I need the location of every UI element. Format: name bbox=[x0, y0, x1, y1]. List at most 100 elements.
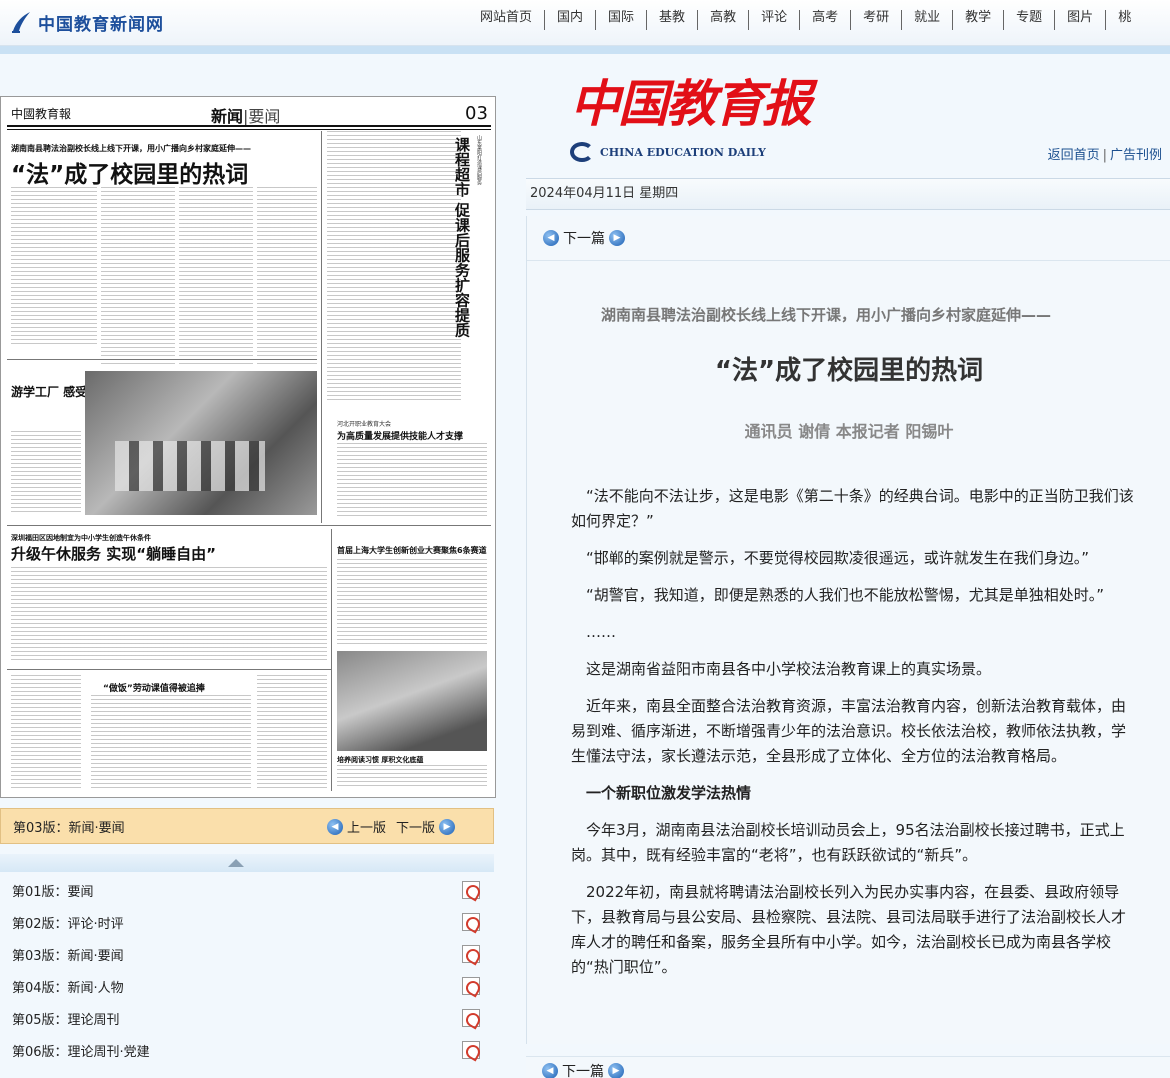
nav-home[interactable]: 网站首页 bbox=[470, 10, 544, 30]
divider bbox=[7, 125, 491, 127]
pdf-icon[interactable] bbox=[462, 881, 480, 899]
site-logo[interactable]: 中国教育新闻网 bbox=[10, 8, 164, 36]
edition-item[interactable]: 第01版： 要闻 bbox=[0, 874, 494, 906]
back-home-link[interactable]: 返回首页 bbox=[1048, 148, 1100, 163]
paper-section: 新闻|要闻 bbox=[211, 107, 281, 126]
divider bbox=[527, 260, 1170, 261]
nav-kaoyan[interactable]: 考研 bbox=[850, 10, 901, 30]
article-paragraph: “邯郸的案例就是警示，不要觉得校园欺凌很遥远，或许就发生在我们身边。” bbox=[586, 549, 1090, 567]
preview-right2-headline[interactable]: 首届上海大学生创新创业大赛聚焦6条赛道 bbox=[337, 545, 487, 556]
masthead: 中国教育报 CHINA EDUCATION DAILY bbox=[570, 64, 812, 164]
caret-up-icon bbox=[228, 859, 244, 867]
pdf-icon[interactable] bbox=[462, 1009, 480, 1027]
pdf-icon[interactable] bbox=[462, 913, 480, 931]
arrow-left-icon: ◀ bbox=[543, 230, 559, 246]
article-paragraph: 这是湖南省益阳市南县各中小学校法治教育课上的真实场景。 bbox=[586, 660, 992, 678]
masthead-c-logo-icon bbox=[570, 142, 594, 162]
text-block bbox=[327, 131, 461, 401]
masthead-links: 返回首页 | 广告刊例 bbox=[1047, 148, 1162, 163]
article-paragraph: “法不能向不法让步，这是电影《第二十条》的经典台词。电影中的正当防卫我们该如何界… bbox=[571, 487, 1134, 530]
preview-right3-headline[interactable]: 培养阅读习惯 厚积文化底蕴 bbox=[337, 755, 423, 765]
edition-list: 第01版： 要闻 第02版： 评论·时评 第03版： 新闻·要闻 第04版： 新闻·人物… bbox=[0, 874, 494, 1066]
preview-mid3-headline[interactable]: “做饭”劳动课值得被追捧 bbox=[103, 681, 205, 694]
preview-main-headline[interactable]: “法”成了校园里的热词 bbox=[11, 155, 248, 189]
quill-logo-icon bbox=[12, 12, 30, 33]
current-edition-bar: 第03版：新闻·要闻 ◀ 上一版 下一版 ▶ bbox=[0, 808, 494, 844]
nav-higher-edu[interactable]: 高教 bbox=[697, 10, 748, 30]
nav-domestic[interactable]: 国内 bbox=[544, 10, 595, 30]
paper-page-number: 03 bbox=[465, 103, 488, 124]
article-panel: ◀ 下一篇 ▶ 湖南南县聘法治副校长线上线下开课，用小广播向乡村家庭延伸—— “… bbox=[526, 216, 1170, 1044]
edition-nav: ◀ 上一版 下一版 ▶ bbox=[323, 817, 459, 836]
text-block bbox=[257, 187, 317, 367]
divider bbox=[331, 529, 332, 791]
edition-item[interactable]: 第06版： 理论周刊·党建 bbox=[0, 1034, 494, 1066]
nav-gaokao[interactable]: 高考 bbox=[799, 10, 850, 30]
header-band bbox=[0, 46, 1170, 54]
preview-right1-headline[interactable]: 为高质量发展提供技能人才支撑 bbox=[337, 429, 463, 442]
next-edition-link[interactable]: 下一版 bbox=[396, 817, 435, 836]
text-block bbox=[11, 675, 81, 789]
article-paragraph: 近年来，南县全面整合法治教育资源，丰富法治教育内容，创新法治教育载体，由易到难、… bbox=[571, 697, 1127, 765]
article-body: “法不能向不法让步，这是电影《第二十条》的经典台词。电影中的正当防卫我们该如何界… bbox=[571, 484, 1135, 992]
ad-rates-link[interactable]: 广告刊例 bbox=[1110, 148, 1162, 163]
divider bbox=[7, 359, 317, 360]
text-block bbox=[11, 567, 327, 663]
masthead-english: CHINA EDUCATION DAILY bbox=[600, 146, 766, 159]
next-article-label[interactable]: 下一篇 bbox=[562, 1061, 604, 1078]
main-nav: 网站首页 国内 国际 基教 高教 评论 高考 考研 就业 教学 专题 图片 桃 bbox=[470, 10, 1143, 30]
arrow-left-icon[interactable]: ◀ bbox=[326, 818, 343, 835]
next-article-bottom[interactable]: ◀ 下一篇 ▶ bbox=[538, 1061, 628, 1078]
article-paragraph: “胡警官，我知道，即便是熟悉的人我们也不能放松警惕，尤其是单独相处时。” bbox=[586, 586, 1105, 604]
text-block bbox=[91, 695, 251, 789]
paper-name: 中國教育報 bbox=[11, 107, 72, 121]
masthead-title: 中国教育报 bbox=[570, 74, 812, 133]
article-subtitle: 湖南南县聘法治副校长线上线下开课，用小广播向乡村家庭延伸—— bbox=[601, 306, 1052, 324]
preview-left2-headline[interactable]: 升级午休服务 实现“躺睡自由” bbox=[11, 543, 216, 564]
preview-photo-factory bbox=[85, 371, 317, 515]
pdf-icon[interactable] bbox=[462, 977, 480, 995]
collapse-toggle[interactable] bbox=[0, 854, 494, 872]
top-nav: 中国教育新闻网 网站首页 国内 国际 基教 高教 评论 高考 考研 就业 教学 … bbox=[0, 0, 1170, 46]
edition-item[interactable]: 第03版： 新闻·要闻 bbox=[0, 938, 494, 970]
text-block bbox=[257, 675, 327, 789]
nav-teaching[interactable]: 教学 bbox=[952, 10, 1003, 30]
text-block bbox=[179, 187, 253, 367]
article-paragraph: 2022年初，南县就将聘请法治副校长列入为民办实事内容，在县委、县政府领导下，县… bbox=[571, 883, 1127, 976]
text-block bbox=[11, 187, 97, 347]
prev-edition-link[interactable]: 上一版 bbox=[347, 817, 386, 836]
edition-item[interactable]: 第05版： 理论周刊 bbox=[0, 1002, 494, 1034]
divider bbox=[7, 525, 491, 526]
article-title: “法”成了校园里的热词 bbox=[714, 356, 984, 386]
nav-more[interactable]: 桃 bbox=[1105, 10, 1143, 30]
text-block bbox=[337, 559, 487, 645]
divider bbox=[321, 131, 322, 523]
nav-employment[interactable]: 就业 bbox=[901, 10, 952, 30]
page-preview[interactable]: 中國教育報 新闻|要闻 03 湖南南县聘法治副校长线上线下开课，用小广播向乡村家… bbox=[0, 96, 496, 798]
text-block bbox=[101, 187, 175, 367]
pdf-icon[interactable] bbox=[462, 945, 480, 963]
next-article-label[interactable]: 下一篇 bbox=[563, 228, 605, 248]
article-paragraph: 今年3月，湖南南县法治副校长培训动员会上，95名法治副校长接过聘书，正式上岗。其… bbox=[571, 821, 1125, 864]
site-logo-text: 中国教育新闻网 bbox=[38, 14, 164, 35]
current-edition-label: 第03版：新闻·要闻 bbox=[13, 820, 125, 836]
nav-basic-edu[interactable]: 基教 bbox=[646, 10, 697, 30]
pdf-icon[interactable] bbox=[462, 1041, 480, 1059]
nav-images[interactable]: 图片 bbox=[1054, 10, 1105, 30]
edition-item[interactable]: 第02版： 评论·时评 bbox=[0, 906, 494, 938]
preview-main-subhead[interactable]: 湖南南县聘法治副校长线上线下开课，用小广播向乡村家庭延伸—— bbox=[11, 143, 251, 154]
arrow-left-icon: ◀ bbox=[542, 1063, 558, 1078]
nav-topics[interactable]: 专题 bbox=[1003, 10, 1054, 30]
edition-item[interactable]: 第04版： 新闻·人物 bbox=[0, 970, 494, 1002]
nav-international[interactable]: 国际 bbox=[595, 10, 646, 30]
arrow-right-icon: ▶ bbox=[608, 1063, 624, 1078]
divider bbox=[7, 669, 331, 670]
nav-comment[interactable]: 评论 bbox=[748, 10, 799, 30]
preview-right1-kicker: 河北开职业教育大会 bbox=[337, 421, 392, 428]
article-byline: 通讯员 谢倩 本报记者 阳锡叶 bbox=[744, 422, 954, 441]
arrow-right-icon: ▶ bbox=[609, 230, 625, 246]
next-article-top[interactable]: ◀ 下一篇 ▶ bbox=[539, 228, 629, 248]
arrow-right-icon[interactable]: ▶ bbox=[439, 818, 455, 835]
preview-vertical-headline[interactable]: 课程超市 促课后服务扩容提质 bbox=[445, 137, 471, 337]
preview-photo-reading bbox=[337, 651, 487, 751]
